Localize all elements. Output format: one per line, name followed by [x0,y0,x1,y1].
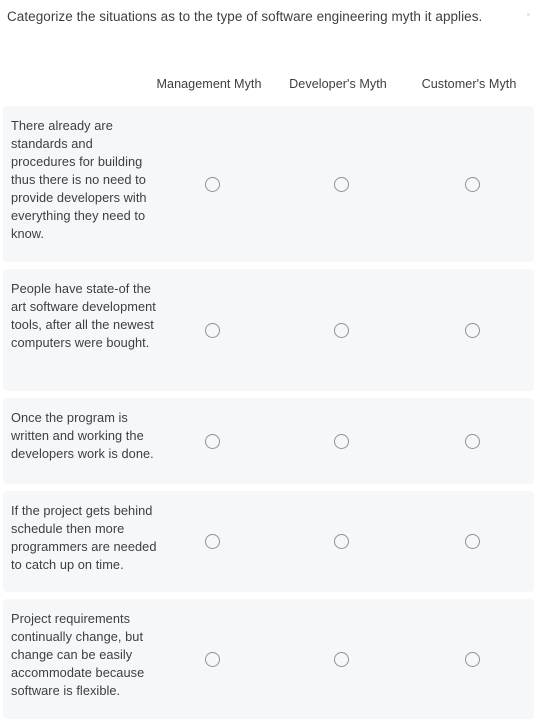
matrix-row: Project requirements continually change,… [3,599,534,719]
column-header-management-myth: Management Myth [156,77,262,91]
radio-circle-icon [333,322,349,338]
matrix-row: There already are standards and procedur… [3,106,534,262]
radio-option-row4-col2[interactable] [328,529,354,555]
radio-circle-icon [464,176,480,192]
radio-option-row4-col3[interactable] [459,529,485,555]
radio-circle-icon [464,322,480,338]
matrix-row: Once the program is written and working … [3,398,534,484]
radio-option-row2-col2[interactable] [328,317,354,343]
radio-circle-icon [204,433,220,449]
scrollbar-artifact [527,13,530,16]
column-header-row: Management Myth Developer's Myth Custome… [0,74,549,94]
radio-circle-icon [204,322,220,338]
row-options [3,491,534,592]
radio-circle-icon [464,651,480,667]
radio-option-row5-col1[interactable] [199,646,225,672]
radio-option-row3-col2[interactable] [328,428,354,454]
radio-option-row1-col2[interactable] [328,171,354,197]
matrix-row: People have state-of the art software de… [3,269,534,391]
radio-option-row5-col2[interactable] [328,646,354,672]
radio-circle-icon [333,651,349,667]
row-options [3,106,534,262]
matrix-rows: There already are standards and procedur… [0,106,549,726]
radio-option-row4-col1[interactable] [199,529,225,555]
radio-circle-icon [333,176,349,192]
radio-circle-icon [464,534,480,549]
radio-circle-icon [204,651,220,667]
column-header-developers-myth: Developer's Myth [289,77,387,91]
radio-circle-icon [464,433,480,449]
radio-circle-icon [333,534,349,549]
question-prompt: Categorize the situations as to the type… [7,9,483,24]
radio-option-row3-col3[interactable] [459,428,485,454]
radio-option-row1-col3[interactable] [459,171,485,197]
radio-option-row3-col1[interactable] [199,428,225,454]
radio-option-row1-col1[interactable] [199,171,225,197]
matrix-question: Categorize the situations as to the type… [0,0,549,719]
row-options [3,269,534,391]
row-options [3,599,534,719]
column-header-customers-myth: Customer's Myth [421,77,517,91]
radio-circle-icon [204,176,220,192]
radio-option-row5-col3[interactable] [459,646,485,672]
radio-circle-icon [204,534,220,549]
matrix-row: If the project gets behind schedule then… [3,491,534,592]
radio-option-row2-col1[interactable] [199,317,225,343]
radio-circle-icon [333,433,349,449]
row-options [3,398,534,484]
radio-option-row2-col3[interactable] [459,317,485,343]
